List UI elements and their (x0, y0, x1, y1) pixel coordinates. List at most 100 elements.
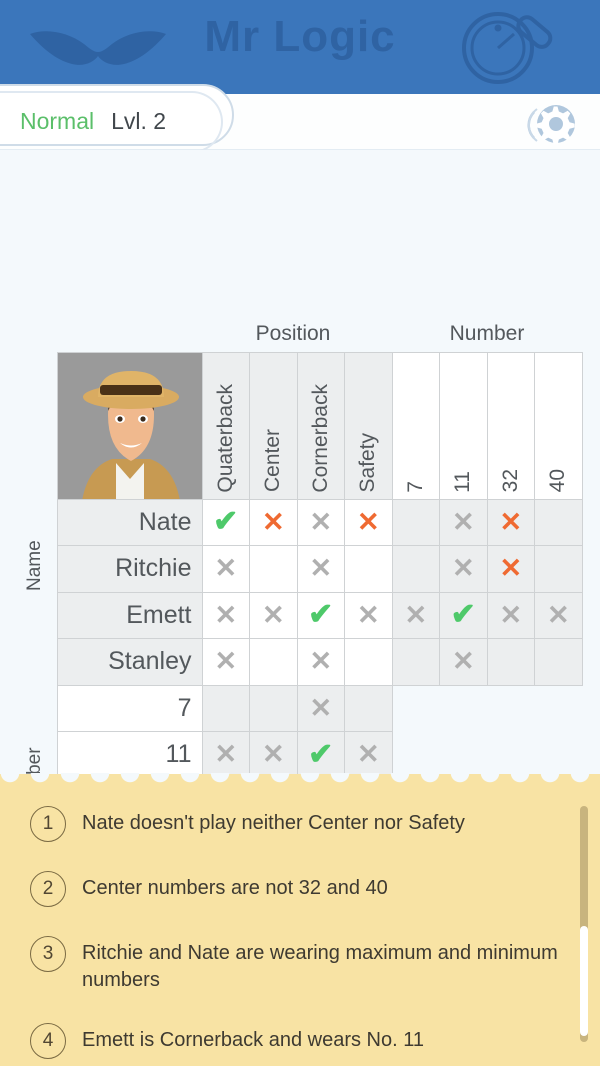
row-label-7: 7 (56, 684, 203, 732)
grid-cell-ritchie-40[interactable] (534, 545, 583, 593)
grid-cell-nate-40[interactable] (534, 498, 583, 546)
grid-cell-nate-quaterback[interactable]: ✔ (201, 498, 250, 546)
grid-row: Emett ✕ ✕ ✔ ✕ ✕ ✔ ✕ ✕ (56, 591, 583, 639)
cross-icon: ✕ (499, 553, 523, 584)
grid-row: Ritchie ✕ ✕ ✕ ✕ (56, 545, 583, 593)
column-header-32: 32 (486, 351, 535, 500)
clue-number: 3 (30, 936, 66, 972)
row-label-11: 11 (56, 731, 203, 779)
cross-icon: ✕ (261, 739, 285, 770)
column-header-center: Center (249, 351, 298, 500)
grid-cell-11-center[interactable]: ✕ (249, 731, 298, 779)
clue-number: 4 (30, 1023, 66, 1059)
clue-text: Nate doesn't play neither Center nor Saf… (82, 812, 465, 834)
grid-cell-nate-7[interactable] (391, 498, 440, 546)
row-label-stanley: Stanley (56, 638, 203, 686)
grid-cell-nate-11[interactable]: ✕ (439, 498, 488, 546)
cross-icon: ✕ (546, 599, 570, 630)
app-header: Mr Logic (0, 0, 600, 94)
cross-icon: ✕ (356, 599, 380, 630)
scallop-edge (0, 773, 600, 789)
check-icon: ✔ (213, 505, 239, 539)
grid-cell-empty (487, 731, 536, 779)
gear-icon[interactable] (526, 100, 582, 148)
cross-icon: ✕ (451, 553, 475, 584)
grid-cell-empty (487, 685, 536, 733)
clue-text: Emett is Cornerback and wears No. 11 (82, 1029, 425, 1051)
grid-row: Nate ✔ ✕ ✕ ✕ ✕ ✕ (56, 498, 583, 546)
grid-cell-stanley-32[interactable] (486, 638, 535, 686)
grid-cell-emett-40[interactable]: ✕ (534, 591, 583, 639)
cross-icon: ✕ (309, 506, 333, 537)
grid-row: 7 ✕ (56, 684, 583, 733)
grid-cell-stanley-quaterback[interactable]: ✕ (201, 638, 250, 686)
grid-cell-ritchie-32[interactable]: ✕ (486, 545, 535, 593)
grid-cell-stanley-safety[interactable] (344, 638, 393, 686)
clue-item[interactable]: 3 Ritchie and Nate are wearing maximum an… (30, 934, 560, 994)
cross-icon: ✕ (451, 646, 475, 677)
cross-icon: ✕ (499, 599, 523, 630)
clue-item[interactable]: 2 Center numbers are not 32 and 40 (30, 869, 560, 907)
side-header-name: Name (24, 540, 45, 592)
grid-cell-stanley-cornerback[interactable]: ✕ (296, 638, 345, 686)
level-bar: Normal Lvl. 2 (0, 84, 600, 153)
clue-number: 2 (30, 871, 66, 907)
grid-cell-nate-safety[interactable]: ✕ (344, 498, 393, 546)
grid-cell-empty (534, 731, 583, 779)
cross-icon: ✕ (214, 739, 238, 770)
column-header-safety: Safety (344, 351, 393, 500)
clue-item[interactable]: 1 Nate doesn't play neither Center nor Sa… (30, 804, 560, 842)
grid-cell-stanley-11[interactable]: ✕ (439, 638, 488, 686)
column-header-cornerback: Cornerback (296, 351, 345, 500)
check-icon: ✔ (308, 737, 334, 771)
cross-icon: ✕ (404, 599, 428, 630)
grid-cell-emett-7[interactable]: ✕ (391, 591, 440, 639)
grid-cell-ritchie-7[interactable] (391, 545, 440, 593)
grid-cell-nate-32[interactable]: ✕ (486, 498, 535, 546)
grid-cell-stanley-center[interactable] (249, 638, 298, 686)
grid-cell-nate-center[interactable]: ✕ (249, 498, 298, 546)
board-area: Position Number Name Number QuaterbackCe… (0, 150, 600, 872)
grid-cell-11-cornerback[interactable]: ✔ (296, 731, 345, 779)
grid-cell-emett-center[interactable]: ✕ (249, 591, 298, 639)
grid-cell-empty (439, 731, 488, 779)
grid-cell-empty (534, 685, 583, 733)
difficulty-label: Normal (20, 108, 95, 134)
grid-cell-empty (392, 731, 441, 779)
grid-cell-ritchie-11[interactable]: ✕ (439, 545, 488, 593)
grid-cell-11-quaterback[interactable]: ✕ (201, 731, 250, 779)
cross-icon: ✕ (309, 553, 333, 584)
level-text: Normal Lvl. 2 (20, 108, 166, 135)
clues-scrollbar-thumb[interactable] (580, 926, 588, 1036)
grid-cell-7-safety[interactable] (344, 684, 393, 732)
grid-cell-empty (439, 685, 488, 733)
cross-icon: ✕ (309, 646, 333, 677)
grid-cell-11-safety[interactable]: ✕ (344, 731, 393, 779)
magnifier-icon (462, 12, 553, 84)
grid-cell-ritchie-cornerback[interactable]: ✕ (296, 545, 345, 593)
grid-cell-ritchie-center[interactable] (249, 545, 298, 593)
grid-cell-stanley-7[interactable] (391, 638, 440, 686)
grid-cell-nate-cornerback[interactable]: ✕ (296, 498, 345, 546)
grid-cell-emett-32[interactable]: ✕ (486, 591, 535, 639)
cross-icon: ✕ (261, 506, 285, 537)
grid-cell-emett-safety[interactable]: ✕ (344, 591, 393, 639)
grid-cell-ritchie-safety[interactable] (344, 545, 393, 593)
cross-icon: ✕ (214, 599, 238, 630)
column-header-11: 11 (439, 351, 488, 500)
grid-cell-7-center[interactable] (249, 684, 298, 732)
grid-cell-stanley-40[interactable] (534, 638, 583, 686)
cross-icon: ✕ (214, 553, 238, 584)
grid-cell-emett-quaterback[interactable]: ✕ (201, 591, 250, 639)
grid-cell-emett-cornerback[interactable]: ✔ (296, 591, 345, 639)
grid-cell-ritchie-quaterback[interactable]: ✕ (201, 545, 250, 593)
clues-list[interactable]: 1 Nate doesn't play neither Center nor Sa… (0, 792, 600, 1066)
grid-cell-emett-11[interactable]: ✔ (439, 591, 488, 639)
clue-item[interactable]: 4 Emett is Cornerback and wears No. 11 (30, 1021, 560, 1059)
column-header-7: 7 (391, 351, 440, 500)
group-header-number: Number (449, 322, 525, 345)
grid-cell-7-quaterback[interactable] (201, 684, 250, 732)
column-header-quaterback: Quaterback (201, 351, 250, 500)
check-icon: ✔ (450, 598, 476, 632)
grid-cell-7-cornerback[interactable]: ✕ (296, 684, 345, 732)
